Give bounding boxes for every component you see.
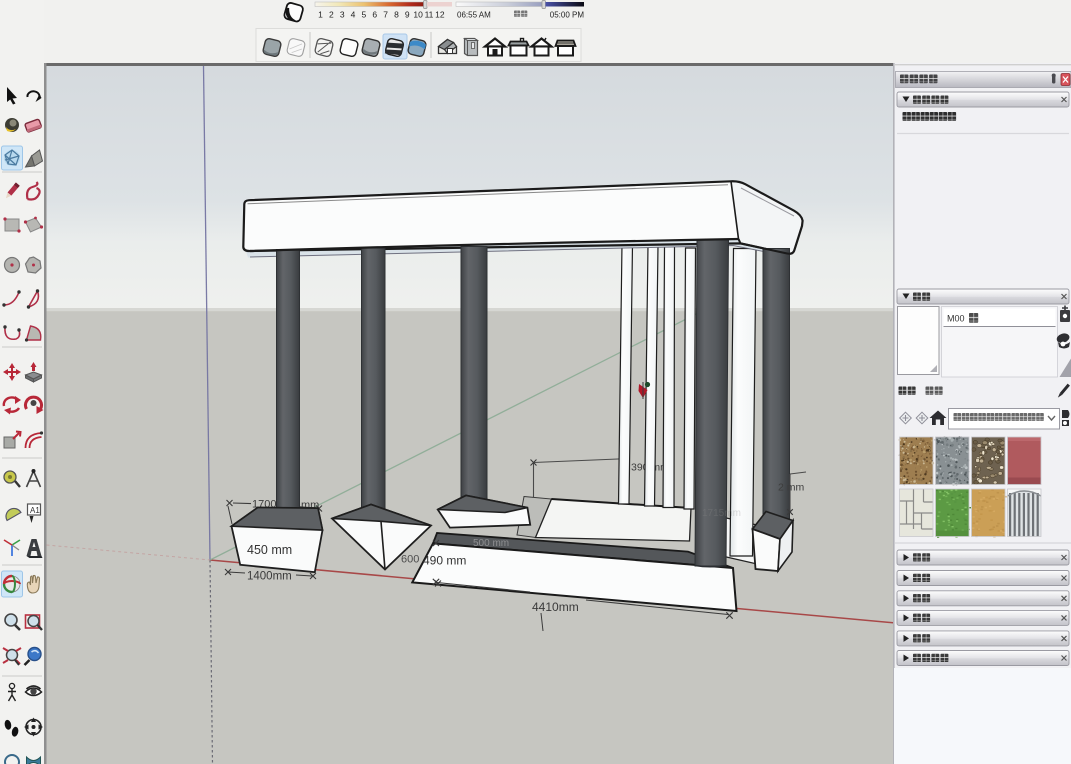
svg-text:6: 6: [372, 10, 377, 20]
svg-text:600: 600: [401, 554, 419, 566]
svg-text:A1: A1: [30, 506, 40, 515]
svg-text:11: 11: [425, 10, 434, 20]
svg-text:1715mm: 1715mm: [702, 508, 741, 519]
svg-text:5: 5: [362, 10, 367, 20]
svg-text:7: 7: [383, 10, 388, 20]
svg-text:1400mm: 1400mm: [247, 571, 292, 583]
svg-text:M00: M00: [947, 314, 965, 324]
svg-text:2: 2: [329, 10, 334, 20]
svg-text:1: 1: [318, 10, 323, 20]
svg-text:10: 10: [413, 10, 423, 20]
svg-text:450 mm: 450 mm: [247, 543, 292, 557]
svg-text:2 mm: 2 mm: [778, 482, 805, 494]
svg-text:12: 12: [435, 10, 445, 20]
svg-text:500 mm: 500 mm: [473, 538, 509, 549]
svg-text:05:00 PM: 05:00 PM: [550, 11, 585, 20]
svg-text:06:55 AM: 06:55 AM: [457, 11, 491, 20]
svg-text:8: 8: [394, 10, 399, 20]
svg-text:9: 9: [405, 10, 410, 20]
svg-text:4410mm: 4410mm: [532, 600, 579, 614]
svg-text:3: 3: [340, 10, 345, 20]
svg-text:4: 4: [351, 10, 356, 20]
svg-text:490 mm: 490 mm: [423, 554, 466, 568]
